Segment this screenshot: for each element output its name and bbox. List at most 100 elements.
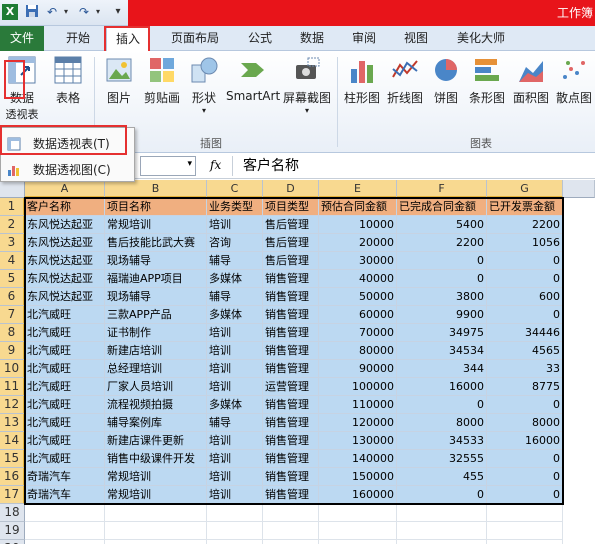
table-cell[interactable]: 销售管理 xyxy=(263,432,319,450)
table-cell[interactable]: 销售管理 xyxy=(263,396,319,414)
column-header[interactable]: B xyxy=(105,180,207,198)
row-header[interactable]: 18 xyxy=(0,504,25,522)
tab-review[interactable]: 审阅 xyxy=(342,26,386,51)
redo-dropdown-icon[interactable]: ▾ xyxy=(90,4,106,20)
scatter-chart-button[interactable]: 散点图 xyxy=(554,55,594,106)
empty-cell[interactable] xyxy=(397,504,487,522)
empty-cell[interactable] xyxy=(207,522,263,540)
table-cell[interactable]: 辅导 xyxy=(207,414,263,432)
table-cell[interactable]: 证书制作 xyxy=(105,324,207,342)
table-cell[interactable]: 奇瑞汽车 xyxy=(25,486,105,504)
clipart-button[interactable]: 剪贴画 xyxy=(140,55,184,106)
table-cell[interactable]: 培训 xyxy=(207,342,263,360)
table-cell[interactable]: 北汽威旺 xyxy=(25,324,105,342)
empty-cell[interactable] xyxy=(207,504,263,522)
line-chart-button[interactable]: 折线图 xyxy=(384,55,426,106)
table-cell[interactable]: 销售管理 xyxy=(263,468,319,486)
table-cell[interactable]: 北汽威旺 xyxy=(25,432,105,450)
table-cell[interactable]: 0 xyxy=(487,270,563,288)
name-box-dropdown-icon[interactable]: ▾ xyxy=(187,159,192,169)
row-header[interactable]: 8 xyxy=(0,324,25,342)
table-cell[interactable]: 销售管理 xyxy=(263,324,319,342)
table-cell[interactable]: 1056 xyxy=(487,234,563,252)
table-cell[interactable]: 销售管理 xyxy=(263,414,319,432)
table-cell[interactable]: 三款APP产品 xyxy=(105,306,207,324)
empty-cell[interactable] xyxy=(487,540,563,544)
column-chart-button[interactable]: 柱形图 xyxy=(342,55,382,106)
table-cell[interactable]: 130000 xyxy=(319,432,397,450)
bar-chart-button[interactable]: 条形图 xyxy=(466,55,508,106)
table-cell[interactable]: 总经理培训 xyxy=(105,360,207,378)
table-cell[interactable]: 北汽威旺 xyxy=(25,396,105,414)
pie-chart-button[interactable]: 饼图 xyxy=(428,55,464,106)
table-cell[interactable]: 5400 xyxy=(397,216,487,234)
table-cell[interactable]: 150000 xyxy=(319,468,397,486)
empty-cell[interactable] xyxy=(263,540,319,544)
empty-cell[interactable] xyxy=(105,504,207,522)
pivot-table-button[interactable]: 数据 透视表 xyxy=(2,55,42,122)
table-cell[interactable]: 北汽威旺 xyxy=(25,360,105,378)
table-cell[interactable]: 销售管理 xyxy=(263,450,319,468)
row-header[interactable]: 11 xyxy=(0,378,25,396)
table-cell[interactable]: 多媒体 xyxy=(207,306,263,324)
row-header[interactable]: 4 xyxy=(0,252,25,270)
empty-cell[interactable] xyxy=(319,504,397,522)
table-cell[interactable]: 4565 xyxy=(487,342,563,360)
table-cell[interactable]: 160000 xyxy=(319,486,397,504)
table-cell[interactable]: 咨询 xyxy=(207,234,263,252)
table-cell[interactable]: 32555 xyxy=(397,450,487,468)
tab-page-layout[interactable]: 页面布局 xyxy=(160,26,230,51)
table-cell[interactable]: 北汽威旺 xyxy=(25,414,105,432)
picture-button[interactable]: 图片 xyxy=(100,55,138,106)
menu-item-pivot-table[interactable]: 数据透视表(T) xyxy=(1,132,136,156)
table-cell[interactable]: 110000 xyxy=(319,396,397,414)
table-cell[interactable]: 40000 xyxy=(319,270,397,288)
customize-qat-icon[interactable]: ▾ xyxy=(110,4,126,20)
table-button[interactable]: 表格 xyxy=(48,55,88,106)
table-cell[interactable]: 60000 xyxy=(319,306,397,324)
header-cell[interactable]: 业务类型 xyxy=(207,198,263,216)
table-cell[interactable]: 售后管理 xyxy=(263,234,319,252)
table-cell[interactable]: 北汽威旺 xyxy=(25,342,105,360)
column-header-h[interactable] xyxy=(563,180,595,198)
table-cell[interactable]: 0 xyxy=(397,486,487,504)
table-cell[interactable]: 销售管理 xyxy=(263,306,319,324)
table-cell[interactable]: 2200 xyxy=(487,216,563,234)
column-header[interactable]: G xyxy=(487,180,563,198)
table-cell[interactable]: 10000 xyxy=(319,216,397,234)
row-header[interactable]: 3 xyxy=(0,234,25,252)
table-cell[interactable]: 16000 xyxy=(487,432,563,450)
menu-item-pivot-chart[interactable]: 数据透视图(C) xyxy=(1,158,136,182)
empty-cell[interactable] xyxy=(319,522,397,540)
shapes-button[interactable]: 形状 ▾ xyxy=(186,55,222,115)
row-header[interactable]: 15 xyxy=(0,450,25,468)
table-cell[interactable]: 0 xyxy=(397,270,487,288)
table-cell[interactable]: 30000 xyxy=(319,252,397,270)
table-cell[interactable]: 北汽威旺 xyxy=(25,306,105,324)
row-header[interactable]: 2 xyxy=(0,216,25,234)
table-cell[interactable]: 销售管理 xyxy=(263,360,319,378)
table-cell[interactable]: 培训 xyxy=(207,432,263,450)
table-cell[interactable]: 销售管理 xyxy=(263,486,319,504)
header-cell[interactable]: 项目类型 xyxy=(263,198,319,216)
table-cell[interactable]: 344 xyxy=(397,360,487,378)
table-cell[interactable]: 8775 xyxy=(487,378,563,396)
table-cell[interactable]: 0 xyxy=(487,306,563,324)
table-cell[interactable]: 常规培训 xyxy=(105,468,207,486)
table-cell[interactable]: 培训 xyxy=(207,468,263,486)
table-cell[interactable]: 厂家人员培训 xyxy=(105,378,207,396)
tab-formulas[interactable]: 公式 xyxy=(238,26,282,51)
table-cell[interactable]: 销售管理 xyxy=(263,288,319,306)
table-cell[interactable]: 培训 xyxy=(207,486,263,504)
table-cell[interactable]: 东风悦达起亚 xyxy=(25,288,105,306)
empty-cell[interactable] xyxy=(397,522,487,540)
empty-cell[interactable] xyxy=(319,540,397,544)
empty-cell[interactable] xyxy=(397,540,487,544)
row-header[interactable]: 7 xyxy=(0,306,25,324)
smartart-button[interactable]: SmartArt xyxy=(226,55,280,103)
table-cell[interactable]: 北汽威旺 xyxy=(25,378,105,396)
header-cell[interactable]: 已开发票金额 xyxy=(487,198,563,216)
table-cell[interactable]: 455 xyxy=(397,468,487,486)
table-cell[interactable]: 600 xyxy=(487,288,563,306)
tab-data[interactable]: 数据 xyxy=(290,26,334,51)
